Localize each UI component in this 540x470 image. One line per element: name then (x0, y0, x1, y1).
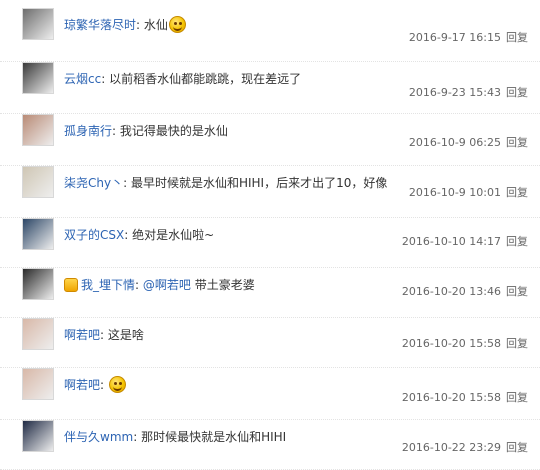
comment-text: 水仙 (143, 18, 168, 32)
avatar[interactable] (22, 218, 54, 250)
smile-emoji-icon (168, 16, 186, 33)
comment-text: 以前稻香水仙都能跳跳，现在差远了 (109, 72, 302, 86)
username-link[interactable]: 我_埋下情 (81, 278, 135, 292)
avatar[interactable] (22, 318, 54, 350)
comment-timestamp: 2016-10-9 06:25 (408, 136, 501, 149)
comment-item: 伴与久wmm: 那时候最快就是水仙和HIHI 2016-10-22 23:29 回复 (0, 420, 540, 470)
reply-link[interactable]: 回复 (506, 337, 528, 350)
comment-item: 柒尧Chy丶: 最早时候就是水仙和HIHI，后来才出了10，好像 2016-10-… (0, 166, 540, 218)
avatar-image (23, 219, 53, 249)
reply-link[interactable]: 回复 (506, 235, 528, 248)
comment-timestamp: 2016-9-23 15:43 (408, 86, 501, 99)
comment-item: 琼繁华落尽时: 水仙 2016-9-17 16:15 回复 (0, 8, 540, 62)
comment-timestamp: 2016-10-9 10:01 (408, 186, 501, 199)
comment-meta: 2016-10-9 06:25 回复 (409, 136, 528, 150)
username-link[interactable]: 云烟cc (64, 72, 101, 86)
comment-timestamp: 2016-10-20 15:58 (401, 337, 501, 350)
avatar[interactable] (22, 114, 54, 146)
comment-text: 那时候最快就是水仙和HIHI (141, 430, 287, 444)
colon-separator: : (100, 378, 105, 392)
vip-badge-icon (64, 278, 78, 292)
username-link[interactable]: 孤身南行 (64, 124, 112, 138)
comment-timestamp: 2016-10-20 13:46 (401, 285, 501, 298)
reply-link[interactable]: 回复 (506, 136, 528, 149)
reply-link[interactable]: 回复 (506, 86, 528, 99)
colon-separator: : (123, 176, 128, 190)
colon-separator: : (101, 72, 106, 86)
comment-meta: 2016-10-9 10:01 回复 (409, 186, 528, 200)
username-link[interactable]: 啊若吧 (64, 378, 100, 392)
comment-text: 最早时候就是水仙和HIHI，后来才出了10，好像 (130, 176, 388, 190)
comment-timestamp: 2016-10-22 23:29 (401, 441, 501, 454)
colon-separator: : (112, 124, 117, 138)
avatar[interactable] (22, 420, 54, 452)
reply-link[interactable]: 回复 (506, 285, 528, 298)
username-link[interactable]: 伴与久wmm (64, 430, 133, 444)
reply-link[interactable]: 回复 (506, 441, 528, 454)
username-link[interactable]: 琼繁华落尽时 (64, 18, 136, 32)
comment-meta: 2016-9-23 15:43 回复 (409, 86, 528, 100)
mention-link[interactable]: @啊若吧 (143, 278, 191, 292)
comment-text: 我记得最快的是水仙 (119, 124, 228, 138)
username-link[interactable]: 双子的CSX (64, 228, 124, 242)
avatar-image (23, 369, 53, 399)
avatar-image (23, 115, 53, 145)
colon-separator: : (100, 328, 105, 342)
comment-meta: 2016-10-10 14:17 回复 (402, 235, 528, 249)
colon-separator: : (124, 228, 129, 242)
colon-separator: : (136, 18, 141, 32)
avatar[interactable] (22, 368, 54, 400)
comment-item: 云烟cc: 以前稻香水仙都能跳跳，现在差远了 2016-9-23 15:43 回复 (0, 62, 540, 114)
comment-item: 双子的CSX: 绝对是水仙啦~ 2016-10-10 14:17 回复 (0, 218, 540, 268)
avatar[interactable] (22, 62, 54, 94)
comment-meta: 2016-9-17 16:15 回复 (409, 31, 528, 45)
username-link[interactable]: 啊若吧 (64, 328, 100, 342)
comment-timestamp: 2016-10-20 15:58 (401, 391, 501, 404)
colon-separator: : (133, 430, 138, 444)
reply-link[interactable]: 回复 (506, 391, 528, 404)
comment-text: 这是啥 (107, 328, 144, 342)
avatar[interactable] (22, 166, 54, 198)
username-link[interactable]: 柒尧Chy丶 (64, 176, 123, 190)
colon-separator: : (135, 278, 140, 292)
comment-meta: 2016-10-22 23:29 回复 (402, 441, 528, 455)
comment-timestamp: 2016-10-10 14:17 (401, 235, 501, 248)
avatar-image (23, 167, 53, 197)
comment-meta: 2016-10-20 15:58 回复 (402, 337, 528, 351)
comment-item: 我_埋下情: @啊若吧 带土豪老婆 2016-10-20 13:46 回复 (0, 268, 540, 318)
comment-item: 啊若吧: 2016-10-20 15:58 回复 (0, 368, 540, 420)
comment-text: 带土豪老婆 (194, 278, 255, 292)
avatar-image (23, 9, 53, 39)
comment-item: 孤身南行: 我记得最快的是水仙 2016-10-9 06:25 回复 (0, 114, 540, 166)
comment-meta: 2016-10-20 13:46 回复 (402, 285, 528, 299)
avatar-image (23, 63, 53, 93)
avatar-image (23, 269, 53, 299)
comment-item: 啊若吧: 这是啥 2016-10-20 15:58 回复 (0, 318, 540, 368)
smile-emoji-icon (108, 376, 126, 393)
avatar-image (23, 421, 53, 451)
reply-link[interactable]: 回复 (506, 31, 528, 44)
comment-list: 琼繁华落尽时: 水仙 2016-9-17 16:15 回复 云烟cc: 以前稻香水仙都… (0, 0, 540, 470)
reply-link[interactable]: 回复 (506, 186, 528, 199)
avatar-image (23, 319, 53, 349)
comment-timestamp: 2016-9-17 16:15 (408, 31, 501, 44)
avatar[interactable] (22, 8, 54, 40)
comment-text: 绝对是水仙啦~ (132, 228, 215, 242)
comment-meta: 2016-10-20 15:58 回复 (402, 391, 528, 405)
avatar[interactable] (22, 268, 54, 300)
